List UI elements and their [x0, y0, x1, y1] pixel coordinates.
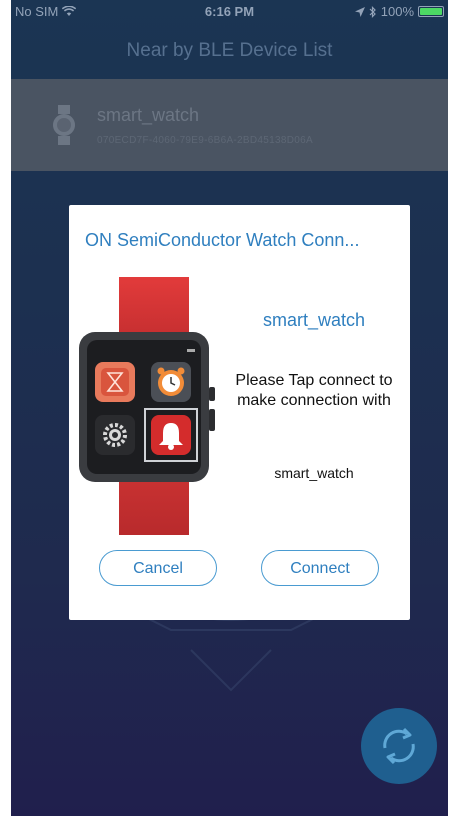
connect-button[interactable]: Connect: [261, 550, 379, 586]
nav-bar: Near by BLE Device List: [11, 22, 448, 79]
cancel-button[interactable]: Cancel: [99, 550, 217, 586]
battery-percent: 100%: [380, 4, 414, 19]
status-bar: No SIM 6:16 PM 100%: [11, 0, 448, 22]
app-screen: No SIM 6:16 PM 100% Near by BLE Device L…: [11, 0, 448, 816]
smartwatch-illustration: [79, 277, 215, 535]
dialog-message: Please Tap connect to make connection wi…: [235, 372, 393, 409]
battery-icon: [418, 6, 444, 17]
location-arrow-icon: [354, 6, 365, 17]
connect-dialog: ON SemiConductor Watch Conn... smart_wat…: [69, 205, 410, 620]
device-uuid: 070ECD7F-4060-79E9-6B6A-2BD45138D06A: [97, 135, 313, 146]
dialog-target-name: smart_watch: [274, 465, 354, 481]
battery-level-fill: [420, 8, 442, 15]
refresh-button[interactable]: [361, 708, 437, 784]
dialog-title: ON SemiConductor Watch Conn...: [85, 230, 360, 250]
refresh-icon: [383, 727, 415, 765]
dialog-device-name: smart_watch: [262, 310, 366, 330]
status-right: 100%: [354, 4, 444, 19]
device-name: smart_watch: [97, 105, 200, 125]
page-title: Near by BLE Device List: [126, 39, 333, 61]
bluetooth-icon: [369, 5, 376, 18]
watch-icon: [53, 105, 75, 145]
device-list-item[interactable]: smart_watch 070ECD7F-4060-79E9-6B6A-2BD4…: [11, 79, 448, 171]
